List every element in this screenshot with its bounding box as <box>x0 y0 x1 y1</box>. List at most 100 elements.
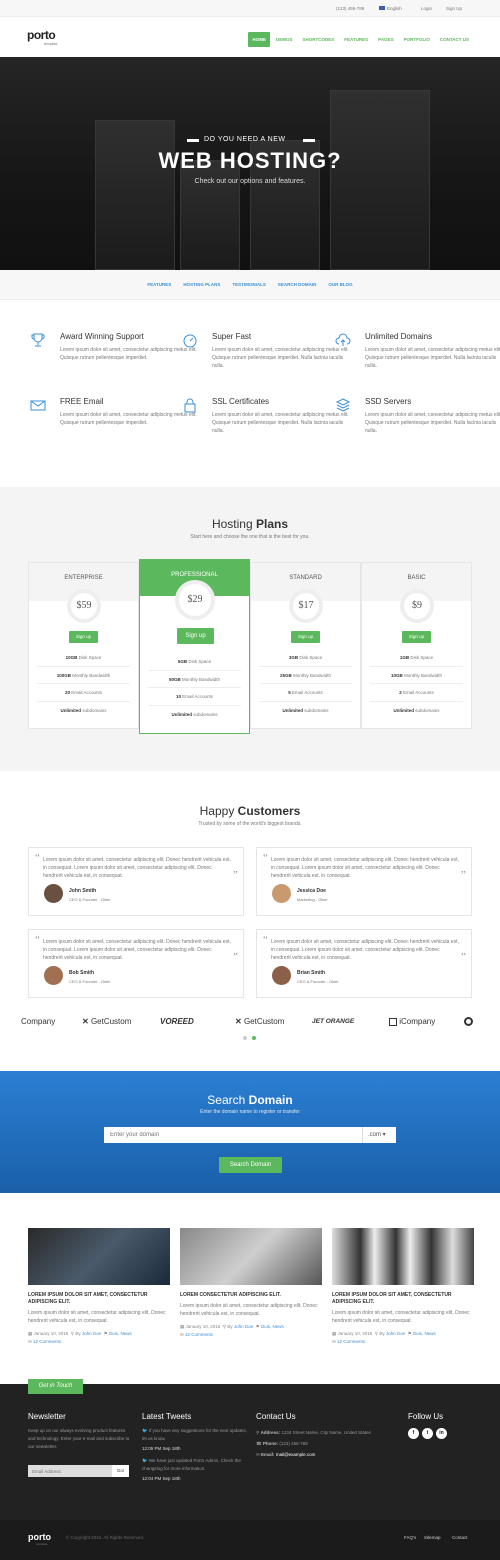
footer-logo[interactable]: porto <box>28 1532 51 1542</box>
brand-tagline: template <box>44 42 58 46</box>
nav-home[interactable]: HOME <box>248 32 270 47</box>
blog-meta: ▦ January 10, 2016 ⚲ By John Doe ⚑ Duis,… <box>28 1331 132 1344</box>
plan-price: $29 <box>175 580 215 620</box>
quote-icon: “ <box>35 934 40 946</box>
feature-item: SSD Servers Lorem ipsum dolor sit amet, … <box>335 397 500 435</box>
plan-price: $17 <box>289 589 323 623</box>
search-domain-button[interactable]: Search Domain <box>219 1157 282 1173</box>
subnav-features[interactable]: FEATURES <box>147 282 171 287</box>
signup-button[interactable]: Sign up <box>291 631 320 643</box>
domain-input[interactable] <box>104 1127 362 1143</box>
subnav-our-blog[interactable]: OUR BLOG <box>328 282 352 287</box>
plan-price: $9 <box>400 589 434 623</box>
quote-icon: “ <box>263 852 268 864</box>
contact-block: Contact Us ⚲ Address: 1234 Street Name, … <box>256 1412 396 1459</box>
newsletter-go-button[interactable]: Go! <box>112 1465 129 1477</box>
feature-text: Lorem ipsum dolor sit amet, consectetur … <box>365 347 500 369</box>
hosting-plans-section: Hosting Plans Start here and choose the … <box>0 487 500 771</box>
hero-title: WEB HOSTING? <box>158 148 342 173</box>
tweet-text: 🐦 If you have any suggestions for the ne… <box>142 1428 247 1441</box>
testimonial-card: “ Lorem ipsum dolor sit amet, consectetu… <box>256 847 472 916</box>
plan-feature: 5GB Disk Space <box>148 653 241 671</box>
copyright: © Copyright 2016. All Rights Reserved. <box>66 1535 145 1540</box>
tld-select[interactable]: .com ▾ <box>362 1127 396 1143</box>
plan-feature: Unlimited subdomains <box>60 707 107 713</box>
plan-standard: STANDARD $17 Sign up 3GB Disk Space 25GB… <box>250 562 361 729</box>
topbar-phone: (123) 456-789 <box>336 6 365 11</box>
nav-demos[interactable]: DEMOS <box>272 32 297 47</box>
feature-title: SSD Servers <box>365 397 412 406</box>
footer-link-faq[interactable]: FAQ's <box>404 1535 416 1540</box>
blog-image[interactable] <box>180 1228 322 1285</box>
footer-link-contact[interactable]: Contact <box>452 1535 468 1540</box>
hero-subtitle: Check out our options and features. <box>194 178 306 185</box>
search-subtitle: Enter the domain name to register or tra… <box>200 1109 300 1115</box>
testimonial-role: CEO & Founder - Okler <box>69 979 111 984</box>
footer-link-sitemap[interactable]: Sitemap <box>424 1535 441 1540</box>
feature-text: Lorem ipsum dolor sit amet, consectetur … <box>60 412 197 426</box>
newsletter-block: Newsletter Keep up on our always evolvin… <box>28 1412 133 1451</box>
signup-button[interactable]: Sign up <box>69 631 98 643</box>
footer-bottom: porto template © Copyright 2016. All Rig… <box>0 1520 500 1560</box>
linkedin-icon[interactable]: in <box>436 1428 447 1439</box>
signup-button[interactable]: Sign up <box>177 628 214 644</box>
plans-subtitle: Start here and choose the one that is th… <box>190 534 310 540</box>
feature-item: Super Fast Lorem ipsum dolor sit amet, c… <box>183 332 352 370</box>
tweet-time: 12:04 PM Sep 18th <box>142 1476 181 1481</box>
feature-title: SSL Certificates <box>212 397 270 406</box>
blog-image[interactable] <box>332 1228 474 1285</box>
contact-email: ✉ Email: mail@example.com <box>256 1452 316 1457</box>
testimonial-role: CEO & Founder - Okler <box>297 979 339 984</box>
feature-item: Unlimited Domains Lorem ipsum dolor sit … <box>335 332 500 370</box>
feature-item: SSL Certificates Lorem ipsum dolor sit a… <box>184 397 352 435</box>
testimonial-card: “ Lorem ipsum dolor sit amet, consectetu… <box>256 929 472 998</box>
login-link[interactable]: Login <box>421 6 432 11</box>
client-logo <box>464 1017 473 1026</box>
testimonial-name: John Smith <box>69 888 97 894</box>
quote-icon: ” <box>233 869 238 881</box>
plan-feature: Unlimited subdomains <box>393 707 440 713</box>
signup-link[interactable]: Sign Up <box>446 6 462 11</box>
newsletter-title: Newsletter <box>28 1412 66 1421</box>
brand-name: porto <box>27 28 56 42</box>
tweet-text: 🐦 We have just updated Porto Admin. Chec… <box>142 1458 241 1471</box>
twitter-icon[interactable]: t <box>422 1428 433 1439</box>
plan-feature: 5 Email Accounts <box>259 684 352 702</box>
search-domain-section: Search Domain Enter the domain name to r… <box>0 1071 500 1193</box>
quote-icon: ” <box>461 869 466 881</box>
blog-title[interactable]: LOREM CONSECTETUR ADIPISCING ELIT. <box>180 1292 322 1299</box>
language-select[interactable]: English <box>387 6 402 11</box>
feature-title: Super Fast <box>212 332 252 341</box>
subnav-search-domain[interactable]: SEARCH DOMAIN <box>278 282 317 287</box>
plan-feature: 10GB Monthly Bandwidth <box>370 667 463 684</box>
feature-item: Award Winning Support Lorem ipsum dolor … <box>31 332 200 362</box>
nav-shortcodes[interactable]: SHORTCODES <box>298 32 338 47</box>
nav-features[interactable]: FEATURES <box>340 32 372 47</box>
blog-title[interactable]: LOREM IPSUM DOLOR SIT AMET, CONSECTETUR … <box>332 1292 474 1306</box>
subnav-hosting-plans[interactable]: HOSTING PLANS <box>183 282 220 287</box>
carousel-dot[interactable] <box>243 1036 247 1040</box>
map-marker-icon: ⚲ <box>256 1430 260 1435</box>
get-in-touch-tab[interactable]: Get in Touch <box>28 1379 83 1394</box>
carousel-dot-active[interactable] <box>252 1036 256 1040</box>
feature-title: Award Winning Support <box>60 332 144 341</box>
newsletter-email-input[interactable] <box>28 1465 112 1477</box>
subnav-testimonials[interactable]: TESTIMONIALS <box>232 282 266 287</box>
blog-image[interactable] <box>28 1228 170 1285</box>
facebook-icon[interactable]: f <box>408 1428 419 1439</box>
testimonial-card: “ Lorem ipsum dolor sit amet, consectetu… <box>28 847 244 916</box>
plans-title: Hosting Plans <box>211 517 289 531</box>
testimonial-text: Lorem ipsum dolor sit amet, consectetur … <box>43 857 231 879</box>
quote-icon: ” <box>233 951 238 963</box>
signup-button[interactable]: Sign up <box>402 631 431 643</box>
blog-post: LOREM IPSUM DOLOR SIT AMET, CONSECTETUR … <box>28 1228 170 1346</box>
testimonial-name: Bob Smith <box>69 970 94 976</box>
nav-pages[interactable]: PAGES <box>374 32 397 47</box>
nav-portfolio[interactable]: PORTFOLIO <box>400 32 434 47</box>
blog-title[interactable]: LOREM IPSUM DOLOR SIT AMET, CONSECTETUR … <box>28 1292 170 1306</box>
testimonial-text: Lorem ipsum dolor sit amet, consectetur … <box>271 939 459 961</box>
avatar <box>272 966 291 985</box>
brand-logo[interactable]: porto template <box>27 28 57 46</box>
nav-contact[interactable]: CONTACT US <box>436 32 473 47</box>
testimonial-card: “ Lorem ipsum dolor sit amet, consectetu… <box>28 929 244 998</box>
